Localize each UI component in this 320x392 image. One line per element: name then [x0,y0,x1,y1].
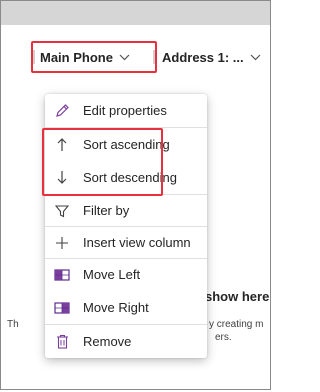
menu-item-label: Filter by [83,203,130,218]
menu-item-edit-properties[interactable]: Edit properties [45,94,207,127]
column-header-address[interactable]: Address 1: ... [153,25,265,89]
pencil-icon [54,103,70,119]
top-bar [1,1,270,25]
column-label: Address 1: ... [162,49,244,65]
menu-item-label: Move Left [83,267,141,282]
empty-state-text: ers. [215,332,232,343]
empty-state-text: Th [7,319,19,330]
menu-item-label: Edit properties [83,103,167,118]
app-frame: Main Phone Address 1: ... show here Th y… [0,0,271,390]
menu-item-label: Move Right [83,300,149,315]
empty-state-heading: show here [205,289,270,304]
menu-item-move-left[interactable]: Move Left [45,258,207,291]
menu-item-label: Remove [83,334,132,349]
highlight-box-column [31,41,157,73]
move-left-icon [54,267,70,283]
menu-item-filter-by[interactable]: Filter by [45,194,207,227]
plus-icon [54,235,70,251]
menu-item-insert-view-column[interactable]: Insert view column [45,226,207,259]
highlight-box-sort [42,128,163,196]
move-right-icon [54,300,70,316]
menu-item-remove[interactable]: Remove [45,325,207,358]
menu-item-label: Insert view column [83,235,191,250]
filter-icon [54,203,70,219]
menu-item-move-right[interactable]: Move Right [45,291,207,324]
empty-state-text: y creating m [209,319,264,330]
trash-icon [54,334,70,350]
chevron-down-icon[interactable] [250,54,261,61]
